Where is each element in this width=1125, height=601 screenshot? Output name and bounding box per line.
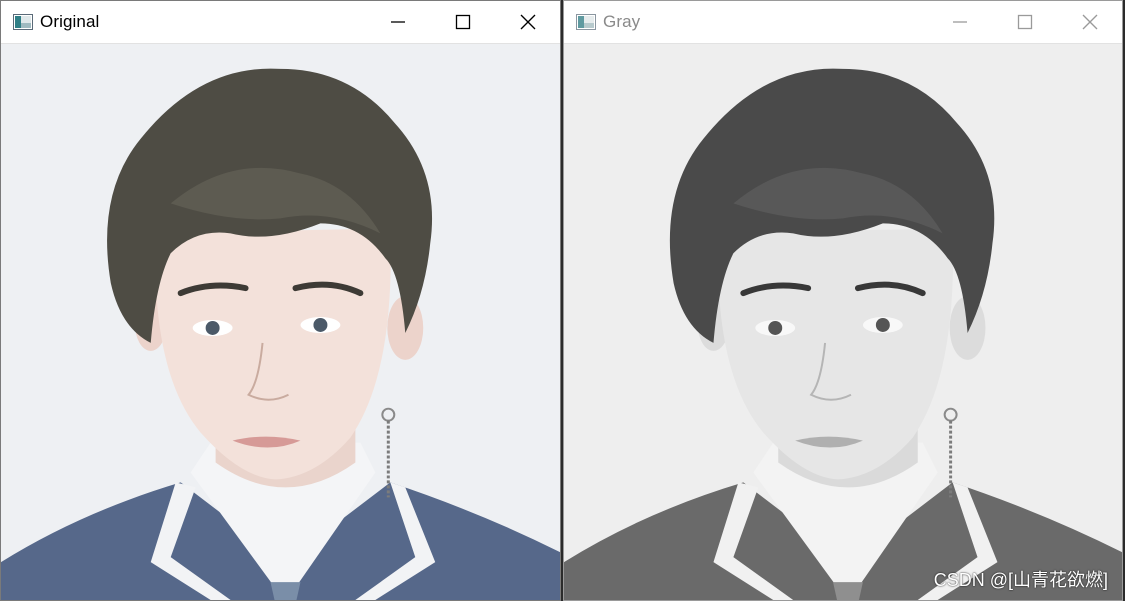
portrait-image — [1, 44, 560, 600]
opencv-window-icon — [13, 14, 33, 30]
maximize-button[interactable] — [430, 1, 495, 43]
maximize-icon — [455, 14, 470, 30]
close-icon — [520, 14, 535, 30]
maximize-button[interactable] — [992, 1, 1057, 43]
opencv-window-icon — [576, 14, 596, 30]
window-title: Original — [40, 12, 100, 31]
original-window[interactable]: Original — [0, 0, 561, 601]
original-titlebar[interactable]: Original — [1, 1, 560, 44]
window-title: Gray — [603, 12, 641, 31]
close-button[interactable] — [1057, 1, 1122, 43]
minimize-icon — [390, 21, 405, 23]
minimize-button[interactable] — [927, 1, 992, 43]
minimize-button[interactable] — [365, 1, 430, 43]
window-controls — [927, 1, 1122, 43]
watermark-text: CSDN @[山青花欲燃] — [933, 570, 1108, 590]
gray-titlebar[interactable]: Gray — [564, 1, 1122, 44]
gray-window[interactable]: Gray CSDN @[山青花欲燃] — [563, 0, 1123, 601]
maximize-icon — [1017, 14, 1032, 30]
gray-image: CSDN @[山青花欲燃] — [564, 44, 1122, 600]
original-image — [1, 44, 560, 600]
portrait-image-grayscale — [564, 44, 1122, 600]
window-controls — [365, 1, 560, 43]
close-icon — [1082, 14, 1097, 30]
minimize-icon — [952, 21, 967, 23]
close-button[interactable] — [495, 1, 560, 43]
